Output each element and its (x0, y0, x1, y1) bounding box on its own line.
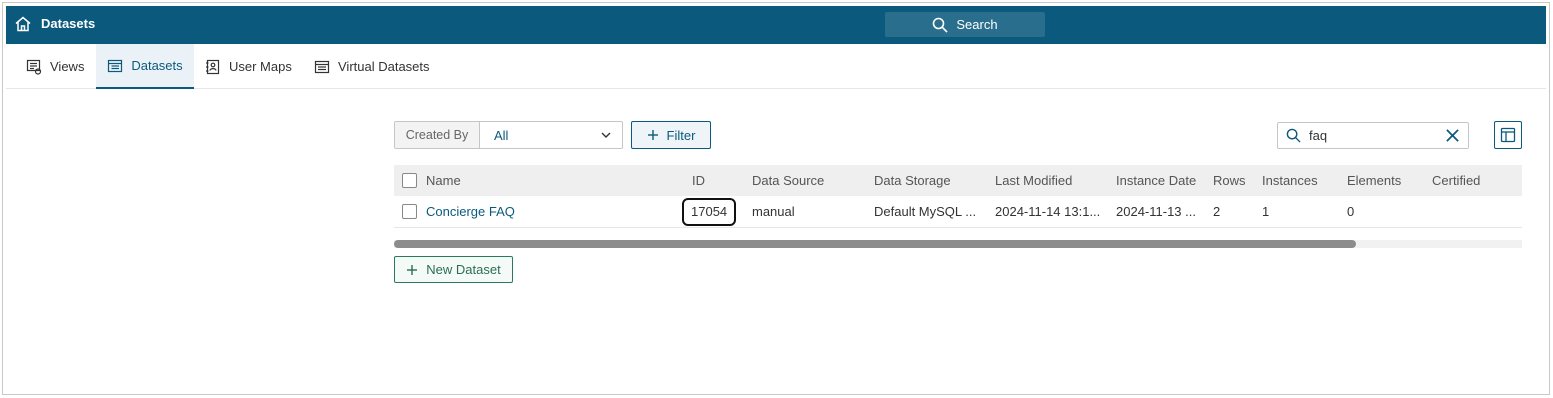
global-search-button[interactable]: Search (885, 12, 1045, 37)
dataset-last-modified: 2024-11-14 13:1... (995, 204, 1101, 219)
column-header-elements[interactable]: Elements (1347, 165, 1401, 196)
tab-bar: Views Datasets User Maps Virtual Dataset… (6, 44, 1546, 89)
column-header-last-modified[interactable]: Last Modified (995, 165, 1072, 196)
table-row[interactable]: Concierge FAQ 17054 manual Default MySQL… (394, 196, 1522, 228)
tab-views-label: Views (50, 59, 85, 74)
column-header-certified[interactable]: Certified (1432, 165, 1480, 196)
views-icon (26, 59, 42, 75)
tab-user-maps-label: User Maps (229, 59, 292, 74)
dataset-grid-icon (108, 59, 123, 72)
global-search-label: Search (956, 17, 998, 32)
scrollbar-thumb[interactable] (394, 240, 1356, 248)
page-title: Datasets (41, 16, 96, 31)
column-header-data-source[interactable]: Data Source (752, 165, 824, 196)
tab-views[interactable]: Views (18, 44, 92, 89)
filter-button[interactable]: Filter (631, 121, 711, 149)
column-header-instances[interactable]: Instances (1262, 165, 1318, 196)
plus-icon (647, 130, 658, 140)
tab-virtual-datasets-label: Virtual Datasets (338, 59, 430, 74)
horizontal-scrollbar[interactable] (394, 240, 1522, 248)
dataset-search-input[interactable] (1309, 128, 1437, 143)
dataset-data-storage: Default MySQL ... (874, 204, 977, 219)
new-dataset-button[interactable]: New Dataset (394, 256, 513, 283)
virtual-dataset-icon (314, 60, 330, 73)
select-all-checkbox[interactable] (402, 173, 417, 188)
column-header-name[interactable]: Name (426, 165, 461, 196)
column-header-instance-date[interactable]: Instance Date (1116, 165, 1196, 196)
dataset-instance-date: 2024-11-13 ... (1116, 204, 1196, 219)
table-header: Name ID Data Source Data Storage Last Mo… (394, 165, 1522, 196)
column-header-rows[interactable]: Rows (1213, 165, 1246, 196)
chevron-down-icon (601, 132, 611, 138)
created-by-value: All (494, 127, 509, 143)
column-settings-button[interactable] (1494, 121, 1522, 149)
dataset-rows: 2 (1213, 204, 1221, 219)
dataset-elements: 0 (1347, 204, 1355, 219)
column-header-data-storage[interactable]: Data Storage (874, 165, 951, 196)
created-by-filter: Created By All (394, 121, 623, 149)
tab-datasets-label: Datasets (131, 58, 183, 73)
dataset-instances: 1 (1262, 204, 1270, 219)
tab-datasets[interactable]: Datasets (96, 44, 194, 89)
close-icon[interactable] (1445, 128, 1460, 143)
created-by-select[interactable]: All (480, 122, 622, 148)
home-icon[interactable] (14, 15, 32, 33)
dataset-name-link[interactable]: Concierge FAQ (426, 204, 515, 219)
dataset-data-source: manual (752, 204, 795, 219)
datasets-table: Name ID Data Source Data Storage Last Mo… (394, 165, 1522, 228)
column-header-id[interactable]: ID (692, 165, 705, 196)
top-bar: Datasets Search (6, 6, 1546, 44)
created-by-label: Created By (395, 122, 480, 148)
dataset-id-highlighted: 17054 (682, 197, 737, 226)
row-checkbox[interactable] (402, 204, 417, 219)
dataset-search (1277, 122, 1469, 149)
user-maps-icon (206, 59, 220, 74)
tab-user-maps[interactable]: User Maps (205, 44, 292, 89)
search-icon (1286, 128, 1301, 143)
plus-icon (407, 264, 418, 275)
filter-button-label: Filter (666, 127, 696, 143)
columns-icon (1500, 127, 1516, 143)
new-dataset-label: New Dataset (426, 262, 501, 277)
search-icon (933, 17, 948, 33)
tab-virtual-datasets[interactable]: Virtual Datasets (314, 44, 430, 89)
